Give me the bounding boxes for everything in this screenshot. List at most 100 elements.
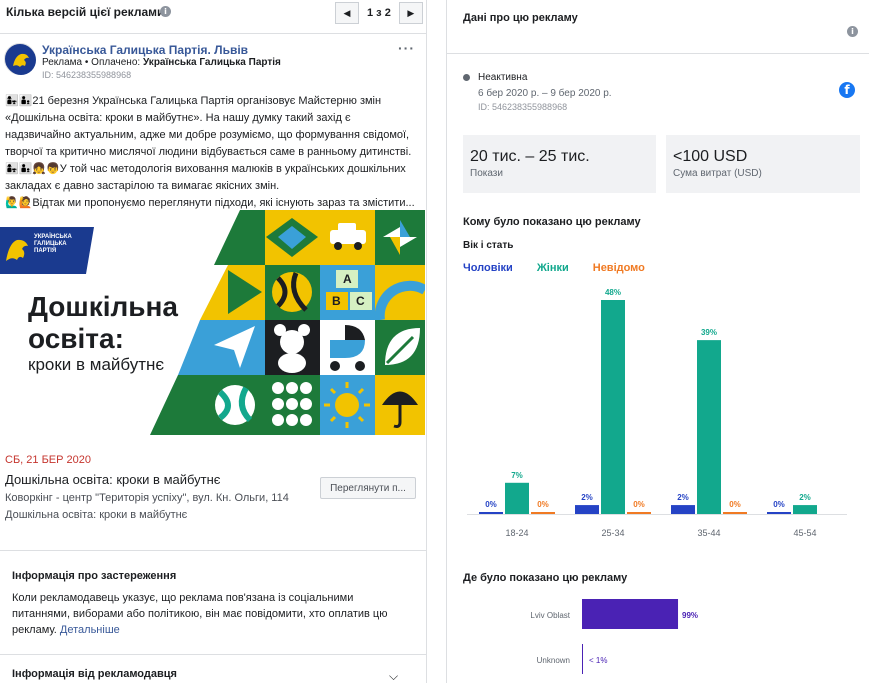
next-version-button[interactable]: ▶ [398, 2, 423, 24]
details-title: Дані про цю рекламу [463, 12, 578, 24]
bar-2-2 [723, 512, 747, 514]
advertiser-info-heading: Інформація від рекламодавця [12, 668, 177, 680]
post-text-line: надзвичайно актуальним, адже ми добре ро… [5, 129, 410, 141]
page-name-link[interactable]: Українська Галицька Партія. Львів [42, 43, 248, 57]
bar-0-3 [767, 512, 791, 514]
post-text-line: 👩‍👧👨‍👦👧👦У той час методологія виховання … [5, 163, 406, 175]
advertiser-info-section[interactable]: Інформація від рекламодавця ⌵ [0, 654, 426, 683]
impressions-label: Покази [470, 168, 503, 179]
ad-id: ID: 546238355988968 [478, 102, 568, 112]
chevron-right-icon: ▶ [407, 7, 415, 18]
bar-2-1 [627, 512, 651, 514]
bar-0-2 [671, 505, 695, 514]
age-gender-chart: 0% 7% 0% 18-24 2% 48% 0% 25-34 2% 39% 0% 35-44 0% 2% 4… [467, 288, 847, 538]
ad-versions-panel: Кілька версій цієї реклами i ◀ 1 з 2 ▶ У… [0, 0, 427, 683]
info-icon[interactable]: i [847, 26, 858, 37]
bar-label: 0% [773, 500, 785, 509]
event-date: СБ, 21 БЕР 2020 [5, 454, 91, 466]
spend-label: Сума витрат (USD) [673, 168, 762, 179]
bar-label: 2% [581, 493, 593, 502]
creative-title: Дошкільна освіта: [28, 291, 178, 355]
event-description: Дошкільна освіта: кроки в майбутнє [5, 509, 188, 521]
post-text-line: 👩‍👧👨‍👦21 березня Українська Галицька Пар… [5, 95, 382, 107]
ad-details-panel: Дані про цю рекламу i Неактивна 6 бер 20… [446, 0, 869, 683]
versions-header: Кілька версій цієї реклами i ◀ 1 з 2 ▶ [0, 0, 426, 30]
bar-label: 39% [701, 328, 717, 337]
bar-label: 0% [633, 500, 645, 509]
abc-letter: C [356, 294, 365, 308]
lion-logo-icon [6, 45, 36, 75]
age-tick-label: 25-34 [601, 528, 624, 538]
region-label: Lviv Oblast [530, 611, 570, 620]
event-title[interactable]: Дошкільна освіта: кроки в майбутнє [5, 472, 220, 487]
disclaimer-section: Інформація про застереження Коли рекламо… [0, 550, 426, 650]
bar-0-1 [575, 505, 599, 514]
bar-1-1 [601, 300, 625, 514]
disclaimer-heading: Інформація про застереження [12, 570, 177, 582]
party-logo-flag: УКРАЇНСЬКА ГАЛИЦЬКА ПАРТІЯ [0, 227, 94, 274]
age-tick-label: 45-54 [793, 528, 816, 538]
more-options-icon[interactable]: ··· [398, 40, 415, 56]
legend-unknown: Невідомо [592, 262, 645, 274]
ad-creative-image[interactable]: УКРАЇНСЬКА ГАЛИЦЬКА ПАРТІЯ Дошкільна осв… [0, 210, 425, 435]
paid-by: Українська Галицька Партія [142, 57, 281, 68]
audience-heading: Кому було показано цю рекламу [463, 216, 641, 228]
bar-0-0 [479, 512, 503, 514]
prev-version-button[interactable]: ◀ [335, 2, 359, 24]
bar-label: 0% [537, 500, 549, 509]
ad-id: ID: 546238355988968 [42, 70, 132, 80]
legend-men: Чоловіки [463, 262, 513, 274]
version-pager: ◀ 1 з 2 ▶ [335, 2, 423, 24]
region-label: Unknown [537, 656, 570, 665]
bar-2-0 [531, 512, 555, 514]
spend-card: <100 USD Сума витрат (USD) [666, 135, 860, 193]
post-text-line: «Дошкільна освіта: кроки в майбутнє». На… [5, 112, 351, 124]
run-dates: 6 бер 2020 р. – 9 бер 2020 р. [478, 88, 612, 99]
bar-label: 2% [799, 493, 811, 502]
abc-letter: B [332, 294, 341, 308]
bar-1-0 [505, 482, 529, 514]
info-icon[interactable]: i [160, 6, 171, 17]
creative-title-line: Дошкільна [28, 291, 179, 322]
bar-label: 0% [485, 500, 497, 509]
region-heading: Де було показано цю рекламу [463, 572, 628, 584]
bar-label: 0% [729, 500, 741, 509]
region-bar-1 [582, 644, 583, 674]
abc-letter: A [343, 272, 352, 286]
age-gender-heading: Вік і стать [463, 240, 514, 251]
age-tick-label: 18-24 [505, 528, 528, 538]
age-tick-label: 35-44 [697, 528, 720, 538]
impressions-value: 20 тис. – 25 тис. [470, 148, 590, 165]
region-value-label: 99% [682, 611, 698, 620]
region-chart: Lviv Oblast 99% Unknown < 1% [530, 599, 698, 674]
bar-1-2 [697, 340, 721, 514]
bar-label: 7% [511, 471, 523, 480]
ad-post: Українська Галицька Партія. Львів Реклам… [0, 33, 426, 543]
region-value-label: < 1% [589, 656, 607, 665]
chevron-down-icon[interactable]: ⌵ [389, 669, 398, 683]
logo-text: ПАРТІЯ [34, 248, 57, 254]
page-avatar[interactable] [4, 43, 36, 75]
learn-more-link[interactable]: Детальніше [60, 624, 120, 636]
chart-legend: Чоловіки Жінки Невідомо [463, 262, 645, 274]
event-location: Коворкінг - центр "Територія успіху", ву… [5, 492, 289, 504]
legend-women: Жінки [536, 262, 569, 274]
post-text-line: творчої та критично мислячої людини відб… [5, 146, 412, 158]
sponsored-line: Реклама • Оплачено: Українська Галицька … [42, 57, 281, 68]
disclaimer-text: Коли рекламодавець указує, що реклама по… [12, 590, 412, 638]
post-text-line: закладах є давно застарілою та вимагає я… [5, 180, 280, 192]
details-header: Дані про цю рекламу i [447, 0, 869, 54]
chevron-left-icon: ◀ [343, 7, 351, 18]
version-count: 1 з 2 [367, 7, 391, 19]
creative-title-line: освіта: [28, 323, 124, 354]
logo-text: УКРАЇНСЬКА [34, 234, 72, 240]
facebook-icon: f [839, 82, 855, 98]
sponsored-label: Реклама • Оплачено: [42, 57, 141, 68]
versions-title: Кілька версій цієї реклами [6, 5, 165, 19]
status-dot-icon [463, 74, 470, 81]
logo-text: ГАЛИЦЬКА [34, 241, 67, 247]
creative-subtitle: кроки в майбутнє [28, 355, 165, 374]
bar-label: 2% [677, 493, 689, 502]
view-event-button[interactable]: Переглянути п... [320, 477, 416, 499]
status-text: Неактивна [478, 72, 528, 83]
